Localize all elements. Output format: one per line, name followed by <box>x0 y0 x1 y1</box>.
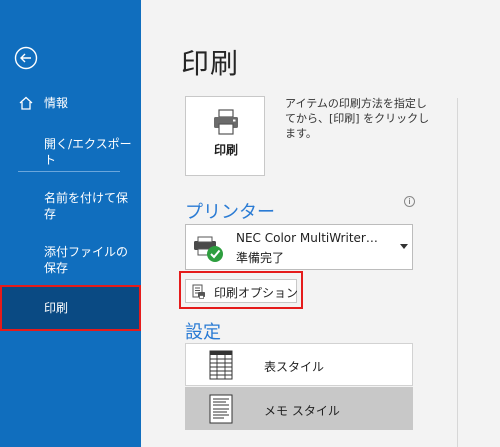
style-option-label: メモ スタイル <box>264 404 340 418</box>
sidebar-item-open-export[interactable]: 開く/エクスポート <box>0 136 141 167</box>
sidebar-item-label: 名前を付けて保存 <box>44 191 129 221</box>
style-option-label: 表スタイル <box>264 360 325 374</box>
printer-section-heading: プリンター <box>185 202 275 223</box>
print-options-label: 印刷オプション <box>214 286 299 300</box>
backstage-sidebar: 情報 開く/エクスポート 名前を付けて保存 添付ファイルの保存 印刷 <box>0 0 141 447</box>
print-button[interactable]: 印刷 <box>185 96 265 176</box>
table-style-option[interactable]: 表スタイル <box>185 343 413 386</box>
printer-ready-icon <box>194 236 223 262</box>
memo-style-icon <box>209 394 233 424</box>
page-title: 印刷 <box>181 47 240 80</box>
sidebar-item-save-as[interactable]: 名前を付けて保存 <box>0 190 141 224</box>
print-options-icon <box>192 284 205 299</box>
table-style-icon <box>209 350 233 380</box>
memo-style-option[interactable]: メモ スタイル <box>185 387 413 430</box>
print-pane: 印刷 印刷 アイテムの印刷方法を指定してから、[印刷] をクリックします。 プリ… <box>141 0 500 447</box>
print-button-label: 印刷 <box>213 143 238 157</box>
settings-section-heading: 設定 <box>185 322 221 343</box>
sidebar-item-label: 添付ファイルの保存 <box>44 245 129 275</box>
print-highlight-frame <box>0 285 141 331</box>
sidebar-item-label: 情報 <box>44 96 69 110</box>
printer-icon <box>214 109 238 135</box>
sidebar-item-info[interactable]: 情報 <box>0 95 141 113</box>
printer-status: 準備完了 <box>236 251 285 265</box>
printer-name: NEC Color MultiWriter… <box>236 231 378 245</box>
sidebar-item-save-attachments[interactable]: 添付ファイルの保存 <box>0 244 141 278</box>
back-arrow-icon[interactable] <box>14 46 38 70</box>
print-options-button[interactable]: 印刷オプション <box>185 279 299 303</box>
sidebar-divider <box>18 171 120 172</box>
info-icon[interactable]: i <box>404 196 415 207</box>
pane-divider <box>457 98 458 447</box>
printer-dropdown[interactable]: NEC Color MultiWriter… 準備完了 <box>185 224 413 270</box>
home-icon <box>19 96 33 110</box>
print-description: アイテムの印刷方法を指定してから、[印刷] をクリックします。 <box>285 97 430 140</box>
chevron-down-icon <box>400 244 408 249</box>
sidebar-item-label: 開く/エクスポート <box>44 137 132 167</box>
